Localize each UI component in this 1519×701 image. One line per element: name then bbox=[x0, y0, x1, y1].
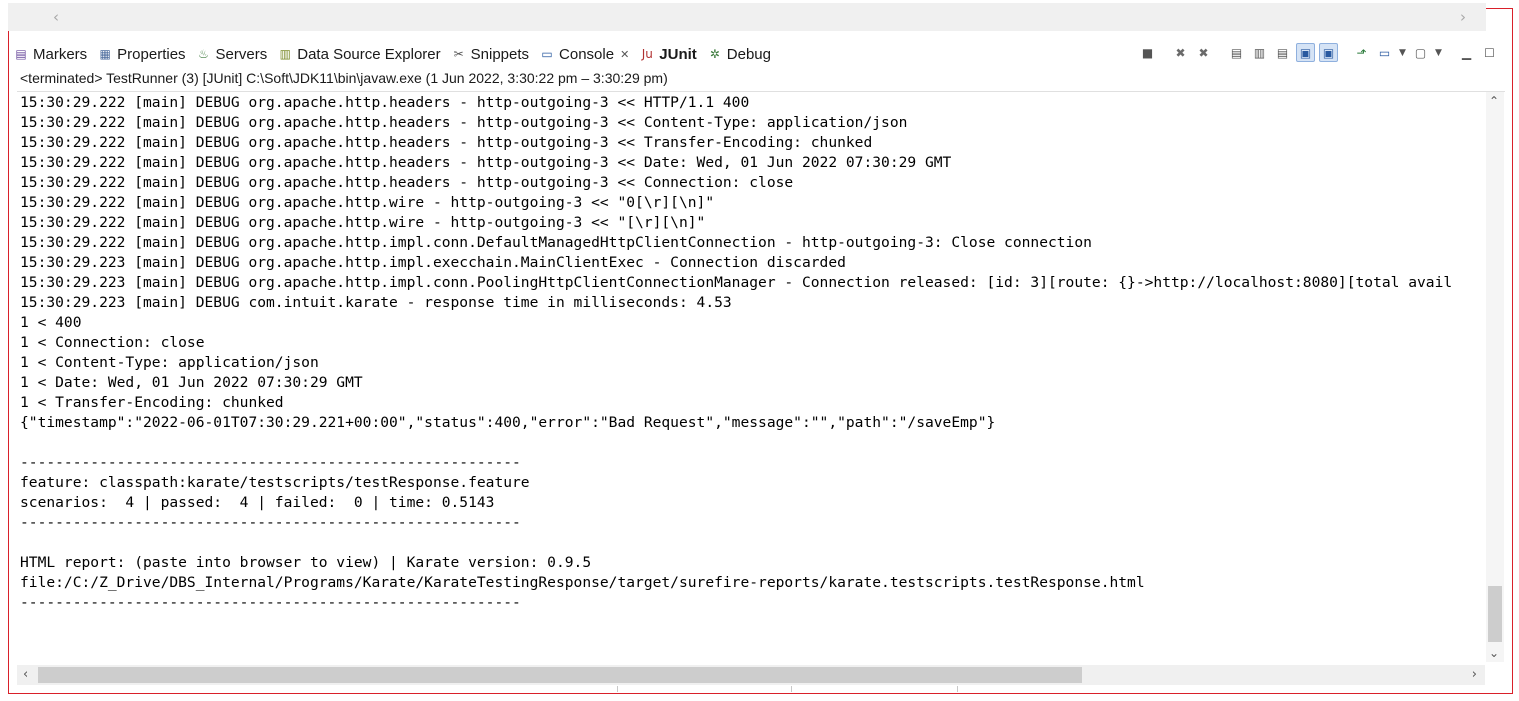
properties-icon: ▦ bbox=[99, 47, 111, 61]
console-text[interactable]: 15:30:29.222 [main] DEBUG org.apache.htt… bbox=[20, 93, 1483, 663]
debug-icon: ✲ bbox=[709, 47, 720, 61]
console-icon: ▭ bbox=[541, 47, 553, 61]
dropdown-arrow-icon[interactable]: ▼ bbox=[1398, 43, 1407, 62]
toolbar-separator bbox=[1342, 43, 1348, 62]
tab-snippets[interactable]: ✂ Snippets bbox=[446, 41, 534, 67]
tab-label: JUnit bbox=[659, 45, 697, 63]
console-output-area[interactable]: 15:30:29.222 [main] DEBUG org.apache.htt… bbox=[17, 91, 1505, 686]
data-source-icon: ▥ bbox=[279, 47, 291, 61]
tab-console[interactable]: ▭ Console ✕ bbox=[534, 41, 635, 67]
horizontal-scrollbar[interactable]: ‹ › bbox=[17, 665, 1485, 685]
vertical-scroll-thumb[interactable] bbox=[1488, 586, 1502, 642]
console-line: feature: classpath:karate/testscripts/te… bbox=[20, 474, 530, 491]
show-stdout-icon[interactable]: ▣ bbox=[1296, 43, 1315, 62]
scroll-down-icon[interactable]: ⌄ bbox=[1489, 646, 1499, 660]
word-wrap-icon[interactable]: ▤ bbox=[1273, 43, 1292, 62]
scroll-left-icon[interactable]: ‹ bbox=[23, 667, 28, 682]
console-line: file:/C:/Z_Drive/DBS_Internal/Programs/K… bbox=[20, 574, 1145, 591]
servers-icon: ♨ bbox=[198, 47, 209, 61]
launch-status-line: <terminated> TestRunner (3) [JUnit] C:\S… bbox=[20, 70, 668, 86]
console-line: 15:30:29.222 [main] DEBUG org.apache.htt… bbox=[20, 214, 706, 231]
console-line: {"timestamp":"2022-06-01T07:30:29.221+00… bbox=[20, 414, 996, 431]
console-line: ----------------------------------------… bbox=[20, 454, 521, 471]
console-line: scenarios: 4 | passed: 4 | failed: 0 | t… bbox=[20, 494, 495, 511]
console-line: 1 < Date: Wed, 01 Jun 2022 07:30:29 GMT bbox=[20, 374, 363, 391]
toolbar-separator bbox=[1447, 43, 1453, 62]
close-tab-icon[interactable]: ✕ bbox=[620, 48, 629, 61]
pin-console-icon[interactable]: ⬏ bbox=[1352, 43, 1371, 62]
scroll-right-icon[interactable]: › bbox=[1460, 8, 1466, 26]
console-line: 15:30:29.222 [main] DEBUG org.apache.htt… bbox=[20, 234, 1092, 251]
tab-junit[interactable]: Ju JUnit bbox=[634, 41, 702, 67]
snippets-icon: ✂ bbox=[453, 47, 464, 61]
maximize-icon[interactable]: ☐ bbox=[1480, 43, 1499, 62]
markers-icon: ▤ bbox=[15, 47, 27, 61]
console-line: ----------------------------------------… bbox=[20, 594, 521, 611]
console-line: 15:30:29.222 [main] DEBUG org.apache.htt… bbox=[20, 114, 908, 131]
tab-label: Markers bbox=[33, 45, 88, 63]
console-line: 15:30:29.223 [main] DEBUG org.apache.htt… bbox=[20, 274, 1453, 291]
minimize-icon[interactable]: ▁ bbox=[1457, 43, 1476, 62]
tab-properties[interactable]: ▦ Properties bbox=[92, 41, 190, 67]
horizontal-scroll-thumb[interactable] bbox=[38, 667, 1082, 683]
console-line: 15:30:29.222 [main] DEBUG org.apache.htt… bbox=[20, 134, 873, 151]
tab-label: Console bbox=[559, 45, 615, 63]
toolbar-separator bbox=[1161, 43, 1167, 62]
display-console-icon[interactable]: ▭ bbox=[1375, 43, 1394, 62]
vertical-scrollbar[interactable]: ⌃ ⌄ bbox=[1486, 92, 1504, 662]
scroll-up-icon[interactable]: ⌃ bbox=[1489, 94, 1499, 108]
remove-all-terminated-icon[interactable]: ✖ bbox=[1194, 43, 1213, 62]
console-line: 15:30:29.222 [main] DEBUG org.apache.htt… bbox=[20, 94, 750, 111]
console-line: 1 < Transfer-Encoding: chunked bbox=[20, 394, 284, 411]
clear-console-icon[interactable]: ▤ bbox=[1227, 43, 1246, 62]
open-console-icon[interactable]: ▢ bbox=[1411, 43, 1430, 62]
console-line: 15:30:29.223 [main] DEBUG org.apache.htt… bbox=[20, 254, 846, 271]
tab-label: Properties bbox=[117, 45, 186, 63]
scroll-lock-icon[interactable]: ▥ bbox=[1250, 43, 1269, 62]
tab-label: Snippets bbox=[470, 45, 530, 63]
dropdown-arrow-icon[interactable]: ▼ bbox=[1434, 43, 1443, 62]
console-line: 1 < 400 bbox=[20, 314, 82, 331]
console-line: ----------------------------------------… bbox=[20, 514, 521, 531]
junit-icon: Ju bbox=[641, 47, 653, 61]
top-horizontal-scrollbar[interactable]: ‹ › bbox=[8, 3, 1486, 31]
tab-servers[interactable]: ♨ Servers bbox=[191, 41, 273, 67]
console-toolbar: ■ ✖ ✖ ▤ ▥ ▤ ▣ ▣ ⬏ ▭ ▼ ▢ ▼ ▁ ☐ bbox=[1138, 43, 1499, 62]
console-line: 1 < Connection: close bbox=[20, 334, 205, 351]
console-line: 15:30:29.223 [main] DEBUG com.intuit.kar… bbox=[20, 294, 732, 311]
console-line: 15:30:29.222 [main] DEBUG org.apache.htt… bbox=[20, 154, 952, 171]
scroll-right-icon[interactable]: › bbox=[1472, 667, 1477, 682]
toolbar-separator bbox=[1217, 43, 1223, 62]
tab-label: Debug bbox=[726, 45, 771, 63]
scroll-left-icon[interactable]: ‹ bbox=[53, 8, 59, 26]
console-line: 15:30:29.222 [main] DEBUG org.apache.htt… bbox=[20, 194, 715, 211]
remove-launch-icon[interactable]: ✖ bbox=[1171, 43, 1190, 62]
tab-data-source-explorer[interactable]: ▥ Data Source Explorer bbox=[272, 41, 445, 67]
tab-debug[interactable]: ✲ Debug bbox=[702, 41, 776, 67]
bottom-divider-ticks bbox=[617, 686, 958, 692]
terminate-icon[interactable]: ■ bbox=[1138, 43, 1157, 62]
tab-label: Data Source Explorer bbox=[297, 45, 441, 63]
tab-markers[interactable]: ▤ Markers bbox=[8, 41, 92, 67]
console-line: HTML report: (paste into browser to view… bbox=[20, 554, 592, 571]
console-line: 1 < Content-Type: application/json bbox=[20, 354, 319, 371]
console-line: 15:30:29.222 [main] DEBUG org.apache.htt… bbox=[20, 174, 794, 191]
tab-label: Servers bbox=[215, 45, 268, 63]
show-stderr-icon[interactable]: ▣ bbox=[1319, 43, 1338, 62]
